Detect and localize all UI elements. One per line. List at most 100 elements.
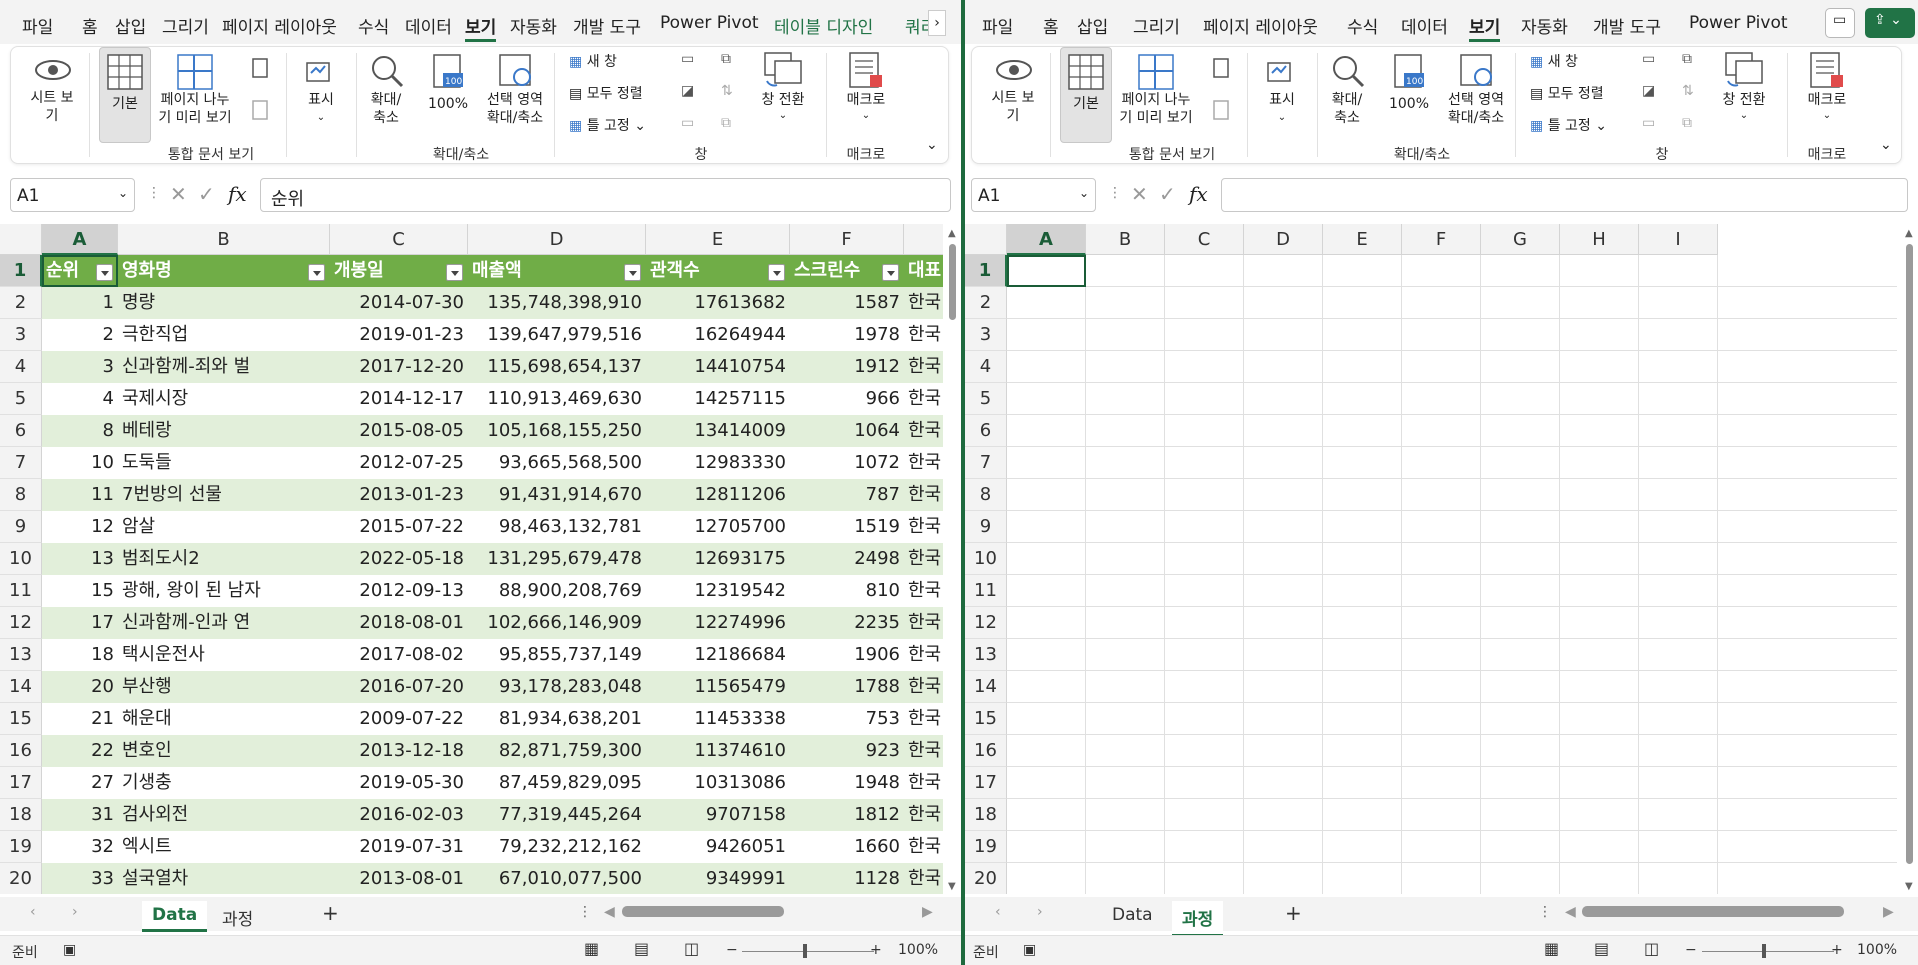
page-break-status-icon[interactable]: ◫	[684, 939, 699, 958]
table-cell[interactable]: 1	[42, 287, 118, 319]
table-cell[interactable]: 12983330	[646, 447, 790, 479]
table-cell[interactable]: 범죄도시2	[118, 543, 330, 575]
hscroll-left-icon[interactable]: ◀	[1565, 904, 1576, 920]
hscroll-right-icon[interactable]: ▶	[922, 904, 933, 920]
table-cell[interactable]: 2019-01-23	[330, 319, 468, 351]
table-cell[interactable]: 9707158	[646, 799, 790, 831]
custom-views-icon[interactable]	[1212, 99, 1230, 121]
table-cell[interactable]: 12693175	[646, 543, 790, 575]
table-cell[interactable]: 3	[42, 351, 118, 383]
table-cell[interactable]: 2013-12-18	[330, 735, 468, 767]
sheet-tab-process[interactable]: 과정	[212, 901, 263, 934]
table-cell[interactable]: 변호인	[118, 735, 330, 767]
arrange-all-button[interactable]: ▤ 모두 정렬	[569, 83, 643, 103]
row-header[interactable]: 8	[965, 479, 1007, 511]
table-cell[interactable]: 광해, 왕이 된 남자	[118, 575, 330, 607]
sync-scroll-icon[interactable]: ⇅	[721, 83, 733, 99]
tab-data[interactable]: 데이터	[1401, 13, 1448, 38]
table-cell[interactable]: 1978	[790, 319, 904, 351]
table-cell[interactable]: 한국	[904, 575, 944, 607]
row-header[interactable]: 5	[965, 383, 1007, 415]
row-header[interactable]: 6	[965, 415, 1007, 447]
accessibility-icon[interactable]: ▣	[63, 942, 76, 958]
table-cell[interactable]: 한국	[904, 799, 944, 831]
table-cell[interactable]: 13414009	[646, 415, 790, 447]
table-cell[interactable]: 1128	[790, 863, 904, 894]
sheet-view-button[interactable]: 시트 보 기	[980, 89, 1046, 125]
table-cell[interactable]: 14410754	[646, 351, 790, 383]
reset-position-icon[interactable]: ⧉	[721, 115, 731, 131]
next-sheet-icon[interactable]: ›	[72, 904, 78, 920]
freeze-panes-button[interactable]: ▦ 틀 고정 ⌄	[569, 115, 646, 135]
column-header-c[interactable]: C	[330, 224, 468, 255]
tab-automate[interactable]: 자동화	[1521, 13, 1568, 38]
normal-view-status-icon[interactable]: ▦	[1544, 939, 1559, 958]
side-by-side-icon[interactable]: ⧉	[721, 51, 731, 67]
table-cell[interactable]: 1519	[790, 511, 904, 543]
zoom-level[interactable]: 100%	[1857, 942, 1897, 958]
table-cell[interactable]: 명량	[118, 287, 330, 319]
zoom-button[interactable]: 확대/ 축소	[361, 91, 411, 127]
show-button[interactable]: 표시	[296, 91, 346, 109]
row-header[interactable]: 14	[965, 671, 1007, 703]
column-header-b[interactable]: B	[1086, 224, 1165, 255]
column-header-i[interactable]: I	[1639, 224, 1718, 255]
column-header-f[interactable]: F	[1402, 224, 1481, 255]
collapse-ribbon-icon[interactable]: ⌄	[1880, 137, 1892, 153]
filter-dropdown-icon[interactable]	[624, 264, 641, 281]
share-button[interactable]: ⇪ ⌄	[1865, 8, 1915, 38]
table-cell[interactable]: 787	[790, 479, 904, 511]
table-cell[interactable]: 한국	[904, 543, 944, 575]
table-cell[interactable]: 한국	[904, 319, 944, 351]
table-cell[interactable]: 한국	[904, 639, 944, 671]
column-header-a[interactable]: A	[1007, 224, 1086, 255]
zoom-level[interactable]: 100%	[898, 942, 938, 958]
formula-input[interactable]	[1221, 178, 1908, 212]
table-cell[interactable]: 20	[42, 671, 118, 703]
row-header[interactable]: 17	[965, 767, 1007, 799]
scroll-down-icon[interactable]: ▼	[948, 881, 956, 892]
table-cell[interactable]: 한국	[904, 511, 944, 543]
tab-developer[interactable]: 개발 도구	[573, 13, 641, 38]
row-header[interactable]: 1	[0, 255, 42, 287]
split-icon[interactable]: ▭	[1642, 51, 1655, 67]
table-cell[interactable]: 79,232,212,162	[468, 831, 646, 863]
table-cell[interactable]: 한국	[904, 447, 944, 479]
table-cell[interactable]: 10	[42, 447, 118, 479]
filter-dropdown-icon[interactable]	[768, 264, 785, 281]
table-cell[interactable]: 11453338	[646, 703, 790, 735]
row-header[interactable]: 14	[0, 671, 42, 703]
tab-table-design[interactable]: 테이블 디자인	[774, 13, 873, 38]
table-cell[interactable]: 810	[790, 575, 904, 607]
split-icon[interactable]: ▭	[681, 51, 694, 67]
row-header[interactable]: 4	[965, 351, 1007, 383]
table-cell[interactable]: 93,665,568,500	[468, 447, 646, 479]
table-cell[interactable]: 한국	[904, 703, 944, 735]
table-cell[interactable]: 2014-07-30	[330, 287, 468, 319]
table-cell[interactable]: 신과함께-인과 연	[118, 607, 330, 639]
table-cell[interactable]: 설국열차	[118, 863, 330, 894]
select-all-corner[interactable]	[965, 224, 1007, 255]
tab-formulas[interactable]: 수식	[358, 13, 389, 38]
table-cell[interactable]: 2009-07-22	[330, 703, 468, 735]
table-cell[interactable]: 15	[42, 575, 118, 607]
row-header[interactable]: 10	[0, 543, 42, 575]
table-cell[interactable]: 12274996	[646, 607, 790, 639]
next-sheet-icon[interactable]: ›	[1037, 904, 1043, 920]
table-cell[interactable]: 도둑들	[118, 447, 330, 479]
table-cell[interactable]: 2235	[790, 607, 904, 639]
tab-automate[interactable]: 자동화	[510, 13, 557, 38]
table-cell[interactable]: 93,178,283,048	[468, 671, 646, 703]
tab-insert[interactable]: 삽입	[115, 13, 146, 38]
table-cell[interactable]: 2015-07-22	[330, 511, 468, 543]
row-header[interactable]: 18	[0, 799, 42, 831]
row-header[interactable]: 7	[965, 447, 1007, 479]
table-cell[interactable]: 10313086	[646, 767, 790, 799]
row-header[interactable]: 9	[965, 511, 1007, 543]
name-box[interactable]: A1	[971, 178, 1096, 212]
table-cell[interactable]: 9426051	[646, 831, 790, 863]
table-cell[interactable]: 4	[42, 383, 118, 415]
name-box[interactable]: A1	[10, 178, 135, 212]
table-cell[interactable]: 11	[42, 479, 118, 511]
table-cell[interactable]: 베테랑	[118, 415, 330, 447]
